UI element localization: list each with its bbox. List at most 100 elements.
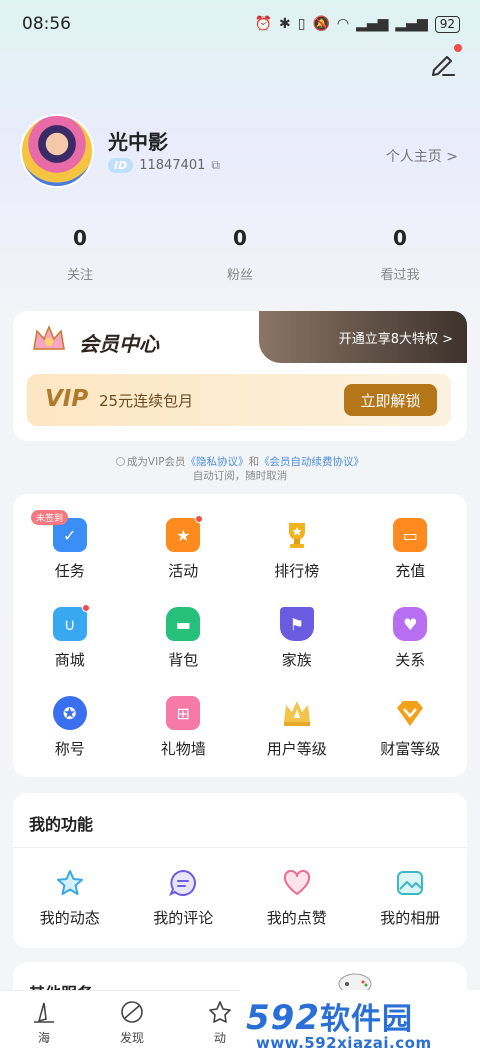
copy-icon[interactable]: ⧉ — [211, 158, 220, 173]
bluetooth-icon: ✱ — [278, 16, 291, 32]
renew-agreement-link[interactable]: 《会员自动续费协议》 — [259, 456, 364, 468]
like-heart-icon — [283, 869, 310, 895]
watermark-number: 592 — [246, 998, 320, 1038]
notification-dot — [81, 604, 90, 612]
grid-item-recharge[interactable]: ▭ 充值 — [354, 518, 468, 581]
my-functions-card: 我的功能 我的动态 我的评论 我的点赞 我的相册 — [13, 793, 467, 948]
vip-title: 会员中心 — [79, 332, 159, 356]
vip-price: 25元连续包月 — [99, 392, 194, 410]
vip-cta-tab[interactable]: 开通立享8大特权 > — [259, 311, 467, 363]
avatar[interactable] — [20, 114, 94, 188]
tab-discover[interactable]: 发现 — [88, 991, 176, 1058]
grid-item-relation[interactable]: ♥ 关系 — [354, 607, 468, 670]
grid-item-user-level[interactable]: 用户等级 — [240, 696, 354, 759]
signal-4g-icon: ▂▄▆ — [395, 16, 428, 32]
stat-following[interactable]: 0 关注 — [0, 226, 160, 283]
trophy-icon — [280, 518, 314, 552]
vip-agreement: 成为VIP会员《隐私协议》和《会员自动续费协议》 自动订阅，随时取消 — [0, 455, 480, 483]
status-bar: 08:56 ⏰ ✱ ▯ 🔕 ◠ ▂▄▆ ▂▄▆ 92 — [0, 0, 480, 48]
watermark-brand: 592软件园 — [246, 994, 413, 1038]
feature-grid-card: ✓ 未签到 任务 ★ 活动 排行榜 ▭ 充值 ∪ 商城 ▬ 背包 ⚑ 家族 ♥ … — [13, 494, 467, 777]
agreement-and: 和 — [248, 456, 260, 468]
func-label: 我的点赞 — [266, 909, 327, 927]
backpack-icon: ▬ — [166, 607, 201, 641]
comment-icon — [169, 869, 197, 897]
status-icons: ⏰ ✱ ▯ 🔕 ◠ ▂▄▆ ▂▄▆ 92 — [255, 15, 460, 33]
tab-sea[interactable]: 海 — [0, 991, 88, 1058]
my-likes-button[interactable]: 我的点赞 — [240, 867, 354, 928]
watermark-url: www.592xiazai.com — [256, 1034, 432, 1052]
personal-homepage-link[interactable]: 个人主页 > — [386, 146, 458, 166]
grid-item-ranking[interactable]: 排行榜 — [240, 518, 354, 581]
func-label: 我的评论 — [153, 909, 214, 927]
grid-item-activity[interactable]: ★ 活动 — [127, 515, 241, 581]
section-title: 我的功能 — [29, 815, 94, 834]
activity-icon: ★ — [166, 515, 204, 552]
grid-item-label: 称号 — [54, 740, 85, 758]
mute-icon: 🔕 — [312, 16, 330, 32]
stat-visitors[interactable]: 0 看过我 — [320, 226, 480, 283]
stat-value: 0 — [393, 226, 407, 250]
divider — [13, 847, 467, 848]
wifi-icon: ◠ — [336, 16, 350, 32]
stat-value: 0 — [73, 226, 87, 250]
feature-grid: ✓ 未签到 任务 ★ 活动 排行榜 ▭ 充值 ∪ 商城 ▬ 背包 ⚑ 家族 ♥ … — [13, 510, 468, 759]
grid-item-label: 礼物墙 — [160, 740, 206, 758]
tab-label: 动 — [213, 1031, 226, 1045]
grid-item-label: 活动 — [168, 562, 199, 580]
sea-icon — [34, 1002, 54, 1023]
grid-item-backpack[interactable]: ▬ 背包 — [127, 607, 241, 670]
watermark: 592软件园 www.592xiazai.com — [240, 990, 480, 1058]
grid-item-label: 财富等级 — [380, 740, 441, 758]
wallet-icon: ▭ — [393, 518, 428, 552]
grid-item-label: 背包 — [168, 651, 199, 669]
album-icon — [397, 871, 424, 895]
grid-item-task[interactable]: ✓ 未签到 任务 — [13, 510, 127, 581]
medal-icon: ✪ — [52, 696, 87, 730]
stats-row: 0 关注 0 粉丝 0 看过我 — [0, 226, 480, 283]
tab-label: 发现 — [119, 1031, 144, 1045]
grid-item-shop[interactable]: ∪ 商城 — [13, 604, 127, 670]
stat-label: 看过我 — [380, 268, 420, 283]
battery-indicator: 92 — [434, 15, 460, 33]
grid-item-label: 用户等级 — [266, 740, 327, 758]
vip-crown-icon — [33, 325, 65, 350]
diamond-icon — [393, 696, 427, 730]
edit-profile-button[interactable] — [428, 44, 462, 78]
grid-item-gift-wall[interactable]: ⊞ 礼物墙 — [127, 696, 241, 759]
agreement-line2: 自动订阅，随时取消 — [192, 470, 288, 482]
family-flag-icon: ⚑ — [279, 607, 314, 641]
id-badge: ID — [108, 158, 134, 173]
user-name: 光中影 — [108, 130, 168, 154]
profile-header: 光中影 ID 11847401 ⧉ 个人主页 > — [20, 114, 460, 190]
star-icon — [56, 870, 83, 895]
vip-offer-bar: VIP 25元连续包月 立即解锁 — [27, 374, 451, 426]
status-time: 08:56 — [22, 14, 71, 34]
grid-item-family[interactable]: ⚑ 家族 — [240, 607, 354, 670]
my-comments-button[interactable]: 我的评论 — [127, 867, 241, 928]
grid-item-title[interactable]: ✪ 称号 — [13, 696, 127, 759]
crown-level-icon — [280, 696, 314, 730]
edit-icon — [432, 56, 455, 76]
grid-item-label: 任务 — [54, 562, 85, 580]
stat-label: 粉丝 — [226, 268, 253, 283]
stat-followers[interactable]: 0 粉丝 — [160, 226, 320, 283]
func-label: 我的动态 — [39, 909, 100, 927]
grid-item-label: 充值 — [395, 562, 426, 580]
grid-item-wealth-level[interactable]: 财富等级 — [354, 696, 468, 759]
grid-item-label: 家族 — [281, 651, 312, 669]
tab-label: 海 — [37, 1031, 50, 1045]
discover-icon — [121, 1001, 143, 1023]
my-album-button[interactable]: 我的相册 — [354, 867, 468, 928]
signal-4g-icon: ▂▄▆ — [356, 16, 389, 32]
my-dynamics-button[interactable]: 我的动态 — [13, 867, 127, 928]
grid-item-label: 关系 — [395, 651, 426, 669]
privacy-link[interactable]: 《隐私协议》 — [186, 456, 249, 468]
gift-icon: ⊞ — [166, 696, 201, 730]
grid-item-label: 排行榜 — [274, 562, 320, 580]
unsigned-badge: 未签到 — [31, 510, 69, 525]
agree-radio[interactable] — [115, 457, 125, 466]
user-id-row: ID 11847401 ⧉ — [108, 158, 220, 173]
notification-dot — [454, 44, 462, 52]
unlock-button[interactable]: 立即解锁 — [344, 384, 437, 416]
